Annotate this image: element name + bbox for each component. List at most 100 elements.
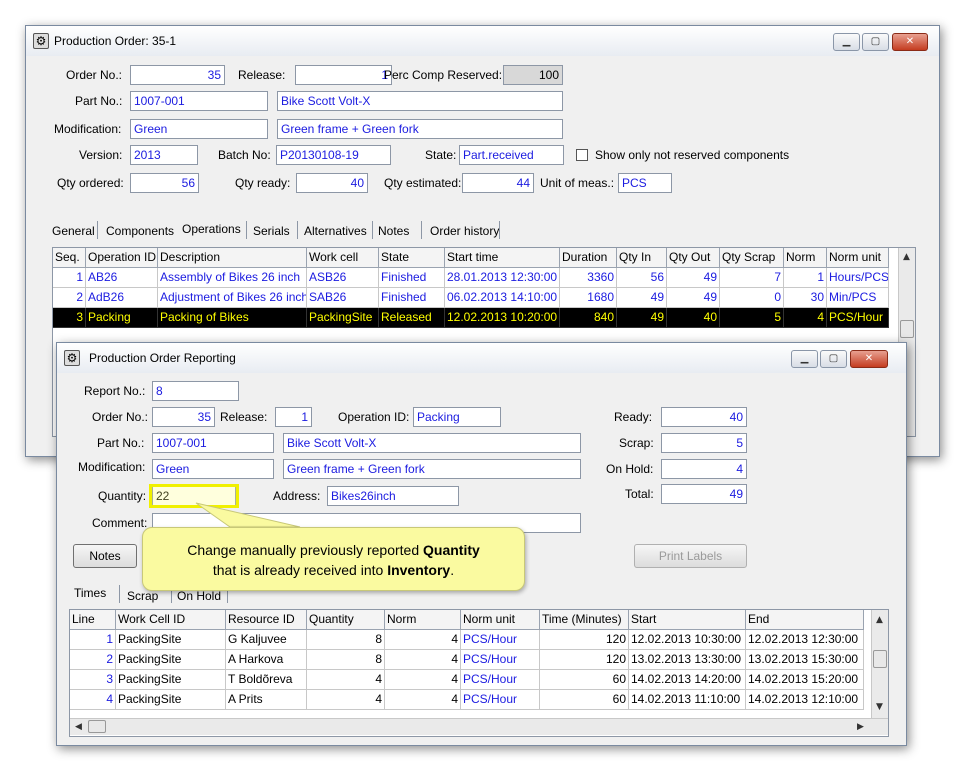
qty-ordered-field[interactable]: 56 (130, 173, 199, 193)
column-header[interactable]: Start time (445, 248, 560, 268)
qty-estimated-field[interactable]: 44 (462, 173, 534, 193)
version-field[interactable]: 2013 (130, 145, 198, 165)
times-grid: Line Work Cell ID Resource ID Quantity N… (69, 609, 889, 737)
order-no-field[interactable]: 35 (130, 65, 225, 85)
operation-id-label: Operation ID: (338, 410, 410, 424)
cell-time-minutes: 60 (540, 690, 629, 710)
scroll-right-icon[interactable]: ▶ (857, 722, 864, 732)
tab-on-hold[interactable]: On Hold (177, 589, 221, 603)
tab-notes[interactable]: Notes (378, 224, 409, 238)
column-header[interactable]: Work Cell ID (116, 610, 226, 630)
notes-button[interactable]: Notes (73, 544, 137, 568)
batch-no-field[interactable]: P20130108-19 (276, 145, 391, 165)
cell-qty-in: 49 (617, 308, 667, 328)
modification-field[interactable]: Green (130, 119, 268, 139)
minimize-button[interactable]: ▁ (791, 350, 818, 368)
scroll-up-icon[interactable]: ▲ (903, 252, 910, 262)
times-vertical-scrollbar[interactable]: ▲ ▼ (871, 610, 888, 718)
column-header[interactable]: Seq. (53, 248, 86, 268)
column-header[interactable]: Description (158, 248, 307, 268)
on-hold-field[interactable]: 4 (661, 459, 747, 479)
column-header[interactable]: Duration (560, 248, 617, 268)
column-header[interactable]: End (746, 610, 864, 630)
tab-divider (119, 585, 120, 603)
tab-operations[interactable]: Operations (182, 222, 241, 236)
column-header[interactable]: Time (Minutes) (540, 610, 629, 630)
total-field[interactable]: 49 (661, 484, 747, 504)
release-field[interactable]: 1 (275, 407, 312, 427)
release-field[interactable]: 1 (295, 65, 392, 85)
modification-field[interactable]: Green (152, 459, 274, 479)
tab-order-history[interactable]: Order history (430, 224, 499, 238)
column-header[interactable]: Line (70, 610, 116, 630)
order-no-field[interactable]: 35 (152, 407, 215, 427)
part-desc-field[interactable]: Bike Scott Volt-X (283, 433, 581, 453)
modification-desc-field[interactable]: Green frame + Green fork (277, 119, 563, 139)
column-header[interactable]: Norm unit (461, 610, 540, 630)
title-bar[interactable]: ⚙ Production Order: 35-1 ▁ ▢ ✕ (26, 26, 939, 56)
window-title: Production Order: 35-1 (54, 34, 177, 48)
tab-serials[interactable]: Serials (253, 224, 290, 238)
cell-norm: 4 (385, 690, 461, 710)
scroll-thumb[interactable] (900, 320, 914, 338)
address-field[interactable]: Bikes26inch (327, 486, 459, 506)
column-header[interactable]: Start (629, 610, 746, 630)
tab-scrap[interactable]: Scrap (127, 589, 158, 603)
scroll-up-icon[interactable]: ▲ (876, 615, 883, 625)
maximize-button[interactable]: ▢ (820, 350, 847, 368)
minimize-button[interactable]: ▁ (833, 33, 860, 51)
column-header[interactable]: Work cell (307, 248, 379, 268)
qty-ready-field[interactable]: 40 (296, 173, 368, 193)
part-no-field[interactable]: 1007-001 (130, 91, 268, 111)
release-label: Release: (220, 410, 268, 424)
modification-desc-field[interactable]: Green frame + Green fork (283, 459, 581, 479)
times-horizontal-scrollbar[interactable]: ◀ ▶ (70, 718, 888, 735)
cell-norm: 30 (784, 288, 827, 308)
cell-description: Adjustment of Bikes 26 inch (158, 288, 307, 308)
operation-id-field[interactable]: Packing (413, 407, 501, 427)
print-labels-button[interactable]: Print Labels (634, 544, 747, 568)
tab-divider (297, 221, 298, 239)
tab-times[interactable]: Times (74, 586, 106, 600)
cell-resource-id: A Harkova (226, 650, 307, 670)
close-button[interactable]: ✕ (850, 350, 888, 368)
scrap-field[interactable]: 5 (661, 433, 747, 453)
scroll-down-icon[interactable]: ▼ (876, 702, 883, 712)
part-desc-field[interactable]: Bike Scott Volt-X (277, 91, 563, 111)
column-header[interactable]: Norm (385, 610, 461, 630)
maximize-button[interactable]: ▢ (862, 33, 889, 51)
column-header[interactable]: Qty Scrap (720, 248, 784, 268)
report-no-field[interactable]: 8 (152, 381, 239, 401)
unit-of-measure-field[interactable]: PCS (618, 173, 672, 193)
column-header[interactable]: Qty In (617, 248, 667, 268)
cell-qty-out: 49 (667, 288, 720, 308)
callout-line-2: that is already received into Inventory. (143, 560, 524, 580)
title-bar[interactable]: ⚙ Production Order Reporting ▁ ▢ ✕ (57, 343, 906, 373)
column-header[interactable]: Norm (784, 248, 827, 268)
cell-quantity: 8 (307, 630, 385, 650)
modification-label: Modification: (78, 460, 146, 474)
tab-components[interactable]: Components (106, 224, 174, 238)
ready-field[interactable]: 40 (661, 407, 747, 427)
column-header[interactable]: State (379, 248, 445, 268)
column-header[interactable]: Norm unit (827, 248, 889, 268)
cell-seq: 1 (53, 268, 86, 288)
callout-text: Change manually previously reported (187, 542, 424, 558)
cell-quantity: 4 (307, 670, 385, 690)
cell-resource-id: A Prits (226, 690, 307, 710)
scroll-thumb[interactable] (88, 720, 106, 733)
scroll-left-icon[interactable]: ◀ (75, 722, 82, 732)
part-no-field[interactable]: 1007-001 (152, 433, 274, 453)
cell-state: Released (379, 308, 445, 328)
scroll-thumb[interactable] (873, 650, 887, 668)
tab-general[interactable]: General (52, 224, 95, 238)
state-field[interactable]: Part.received (459, 145, 564, 165)
column-header[interactable]: Operation ID (86, 248, 158, 268)
column-header[interactable]: Qty Out (667, 248, 720, 268)
column-header[interactable]: Resource ID (226, 610, 307, 630)
report-no-label: Report No.: (84, 384, 146, 398)
close-button[interactable]: ✕ (892, 33, 928, 51)
tab-alternatives[interactable]: Alternatives (304, 224, 367, 238)
show-only-not-reserved-checkbox[interactable] (576, 149, 588, 161)
column-header[interactable]: Quantity (307, 610, 385, 630)
